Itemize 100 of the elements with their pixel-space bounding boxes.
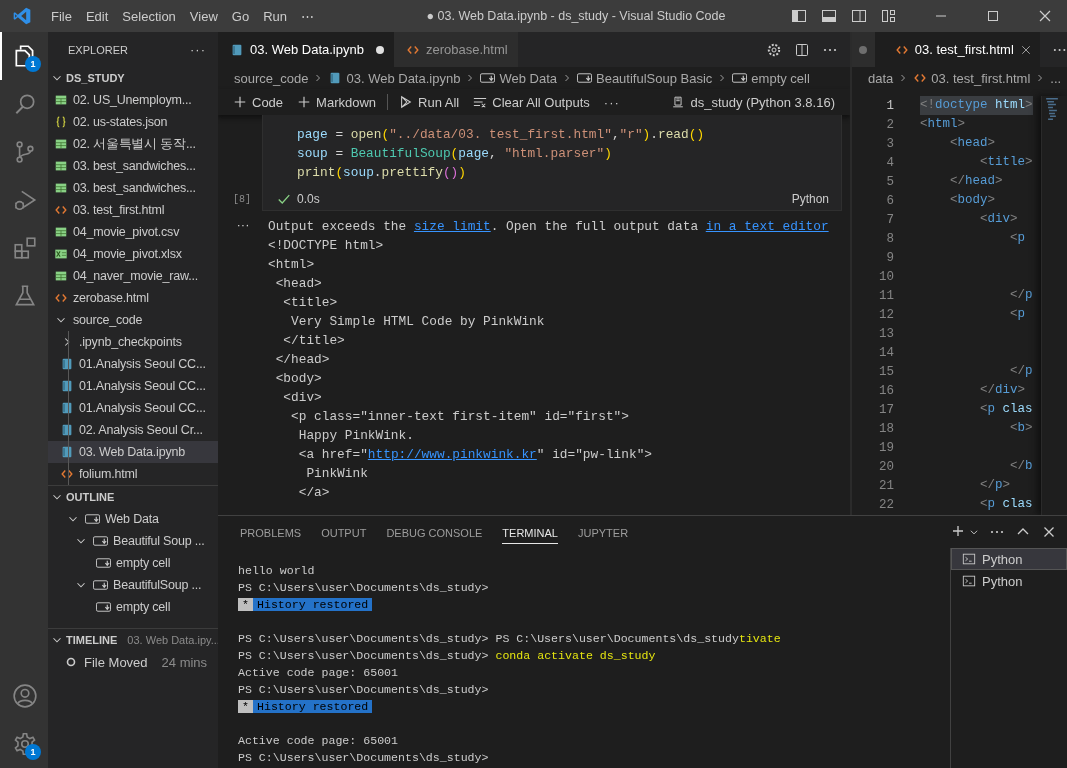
file-tree-item[interactable]: .ipynb_checkpoints [48,331,218,353]
file-tree-item[interactable]: 04_movie_pivot.xlsx [48,243,218,265]
file-tree-item[interactable]: source_code [48,309,218,331]
outline-item[interactable]: Beautiful Soup ... [48,530,218,552]
output-line: <a href="http://www.pinkwink.kr" id="pw-link"> [297,447,652,462]
execution-time: 0.0s [297,192,320,206]
line-number: 16 [878,383,895,398]
menu-item[interactable]: Run [256,8,294,24]
toolbar-button[interactable]: Code [228,94,289,110]
panel-tab[interactable]: OUTPUT [321,520,367,544]
timeline-item[interactable]: File Moved 24 mins [48,651,218,673]
terminal-list-item[interactable]: Python [951,548,1067,570]
file-tree-item[interactable]: 03. test_first.html [48,199,218,221]
plus-icon [297,95,312,109]
breadcrumb-item[interactable]: ... [1050,70,1062,86]
layout-icon[interactable] [881,8,897,24]
breadcrumb-item[interactable]: 03. Web Data.ipynb [346,70,461,86]
output-line: <div> [282,390,322,405]
toolbar-button[interactable]: Markdown [292,94,382,110]
line-number: 10 [878,269,895,284]
terminal-line: PS C:\Users\user\Documents\ds_study> [238,751,489,764]
plus-icon [233,95,247,109]
toolbar-button[interactable]: Run All [394,94,465,110]
file-tree-item[interactable]: 02. 서울특별시 동작... [48,133,218,155]
menu-item[interactable]: ⋯ [294,8,321,24]
section-header[interactable]: TIMELINE 03. Web Data.ipy... [48,628,218,651]
menu-item[interactable]: File [44,8,79,24]
breadcrumb-item[interactable]: BeautifulSoup Basic [596,70,713,86]
section-header[interactable]: DS_STUDY [48,67,218,89]
file-name: 02. us-states.json [73,115,168,129]
menu-item[interactable]: Edit [78,8,116,24]
outline-item[interactable]: empty cell [48,596,218,618]
panel-tab[interactable]: JUPYTER [577,520,629,544]
caret-icon[interactable] [969,527,979,537]
breadcrumb-item[interactable]: source_code [234,70,309,86]
close-icon[interactable] [1019,43,1032,56]
file-name: 03. test_first.html [73,203,165,217]
output-link[interactable]: size limit [413,219,491,234]
file-name: 02. Analysis Seoul Cr... [79,423,203,437]
breadcrumb-item[interactable]: empty cell [751,70,810,86]
toggle-secondary-sidebar-icon[interactable] [851,8,867,24]
file-name: 03. best_sandwiches... [73,181,196,195]
panel-tab[interactable]: DEBUG CONSOLE [386,520,483,544]
editor-tab[interactable]: 03. test_first.html [874,32,1040,67]
close-icon[interactable] [1037,8,1053,24]
activity-item[interactable]: 1 [0,720,48,768]
settings-icon[interactable] [766,41,782,58]
markdown-icon [93,580,108,590]
file-name: source_code [73,313,143,327]
outline-label: Beautiful Soup ... [113,534,205,548]
breadcrumb-item[interactable]: 03. test_first.html [931,70,1031,86]
toggle-sidebar-icon[interactable] [791,8,807,24]
kernel-picker[interactable]: ds_study (Python 3.8.16) [666,94,840,110]
file-tree-item[interactable]: 03. Web Data.ipynb [48,441,218,463]
panel-tab[interactable]: TERMINAL [502,520,558,544]
menu-item[interactable]: Selection [115,8,183,24]
file-tree-item[interactable]: 04_naver_movie_raw... [48,265,218,287]
file-tree-item[interactable]: zerobase.html [48,287,218,309]
terminal-icon [962,552,976,566]
file-tree-item[interactable]: 03. best_sandwiches... [48,155,218,177]
markdown-icon [85,514,100,524]
toggle-panel-icon[interactable] [821,8,837,24]
terminal-line: Active code page: 65001 [238,666,399,679]
outline-item[interactable]: Web Data [48,508,218,530]
terminal-marker: * [238,700,253,713]
section-header[interactable]: OUTLINE [48,485,218,508]
split-editor-icon[interactable] [794,41,810,58]
file-tree-item[interactable]: 04_movie_pivot.csv [48,221,218,243]
file-tree-item[interactable]: 03. best_sandwiches... [48,177,218,199]
file-tree-item[interactable]: 02. Analysis Seoul Cr... [48,419,218,441]
editor-tab[interactable]: zerobase.html [393,32,518,67]
output-line: <head> [274,276,322,291]
outline-item[interactable]: BeautifulSoup ... [48,574,218,596]
breadcrumb-item[interactable]: Web Data [499,70,557,86]
toolbar-button[interactable]: Clear All Outputs [468,94,595,110]
file-tree-item[interactable]: 01.Analysis Seoul CC... [48,397,218,419]
menu-item[interactable]: Go [224,8,257,24]
more-actions-button[interactable]: ··· [190,42,206,57]
outline-item[interactable]: empty cell [48,552,218,574]
file-tree-item[interactable]: folium.html [48,463,218,485]
run-all-icon [399,95,414,109]
breadcrumb-item[interactable]: data [868,70,894,86]
output-link[interactable]: http://www.pinkwink.kr [367,447,537,462]
cell-language[interactable]: Python [791,192,829,206]
code-line: </head> [949,173,1003,190]
editor-tab[interactable]: 03. Web Data.ipynb [218,32,394,67]
menu-item[interactable]: View [182,8,225,24]
maximize-icon[interactable] [985,8,1001,24]
code-line: <p clas [979,401,1033,418]
line-number: 4 [885,155,895,170]
file-tree-item[interactable]: 01.Analysis Seoul CC... [48,375,218,397]
toolbar-button[interactable]: ··· [598,94,625,110]
file-tree-item[interactable]: 02. US_Unemploym... [48,89,218,111]
output-link[interactable]: in a text editor [705,219,829,234]
output-menu[interactable]: ··· [218,217,268,502]
code-line: soup = BeautifulSoup(page, "html.parser") [296,145,613,163]
terminal-list-item[interactable]: Python [951,570,1067,592]
file-tree-item[interactable]: 02. us-states.json [48,111,218,133]
file-tree-item[interactable]: 01.Analysis Seoul CC... [48,353,218,375]
panel-tab[interactable]: PROBLEMS [240,520,302,544]
